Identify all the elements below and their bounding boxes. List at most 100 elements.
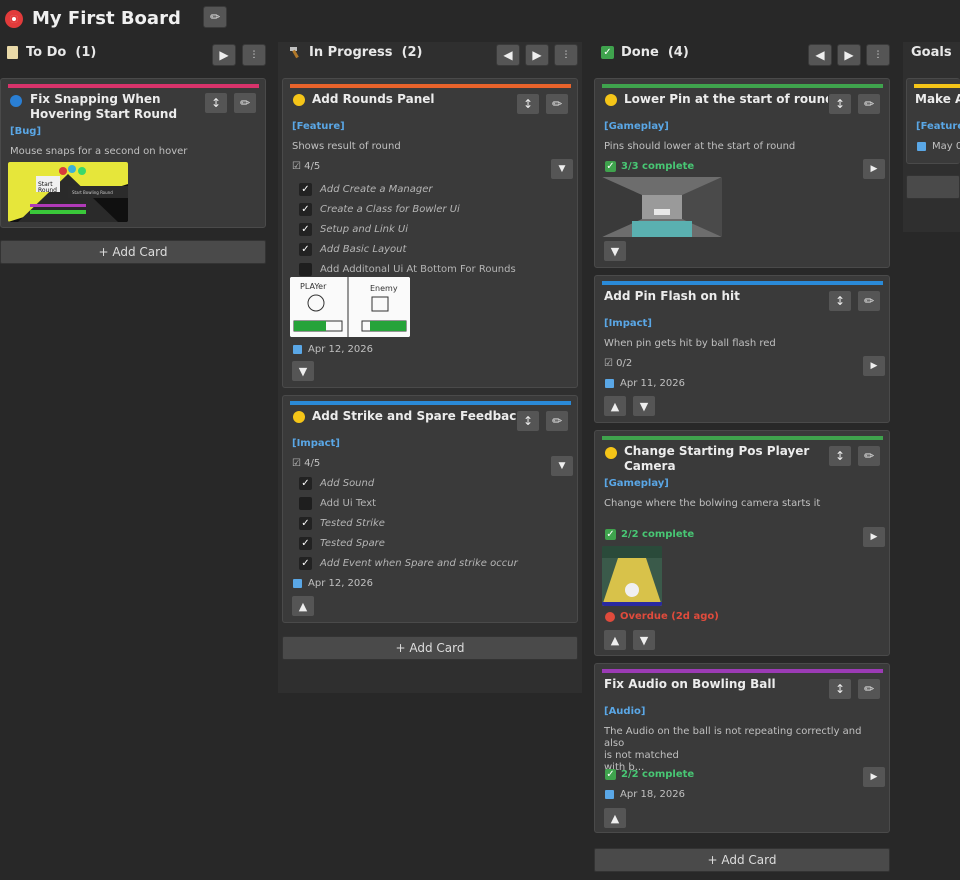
move-card-button[interactable]: ↕ [516, 410, 540, 432]
move-card-button[interactable]: ↕ [828, 290, 852, 312]
card-add-pin-flash[interactable]: Add Pin Flash on hit ↕ ✏ [Impact] When p… [594, 275, 890, 423]
pencil-icon: ✏ [239, 96, 251, 110]
caret-down-icon: ▼ [558, 461, 566, 471]
card-thumbnail-image: Start Round Start Bowling Round [8, 162, 128, 222]
move-up-button[interactable]: ▲ [603, 629, 627, 651]
checkbox[interactable]: ✓ [299, 476, 312, 490]
subtask-item[interactable]: Add Ui Text [299, 493, 518, 513]
column-menu-button[interactable]: ⋮ [554, 44, 578, 66]
due-date: Apr 12, 2026 [293, 344, 373, 355]
check-icon: ✓ [605, 161, 616, 172]
checkbox[interactable]: ✓ [299, 556, 312, 570]
triangle-up-icon: ▲ [298, 599, 308, 613]
expand-checklist-button[interactable]: ▶ [862, 526, 886, 548]
play-right-icon: ▶ [844, 48, 854, 62]
add-card-button-todo[interactable]: + Add Card [0, 240, 266, 264]
card-title: Lower Pin at the start of round [624, 92, 834, 106]
subtask-list: ✓ Add Create a Manager ✓ Create a Class fo… [299, 179, 516, 279]
subtask-item[interactable]: ✓ Tested Spare [299, 533, 518, 553]
calendar-icon [917, 142, 926, 151]
move-card-button[interactable]: ↕ [828, 93, 852, 115]
checklist-icon: ☑ [292, 161, 301, 172]
edit-card-button[interactable]: ✏ [857, 290, 881, 312]
subtask-item[interactable]: ✓ Add Sound [299, 473, 518, 493]
subtask-item[interactable]: ✓ Add Basic Layout [299, 239, 516, 259]
card-fix-audio[interactable]: Fix Audio on Bowling Ball ↕ ✏ [Audio] Th… [594, 663, 890, 833]
checkbox[interactable]: ✓ [299, 536, 312, 550]
collapse-card-button[interactable]: ▼ [603, 240, 627, 262]
card-thumbnail-image [602, 177, 722, 237]
card-lower-pin[interactable]: Lower Pin at the start of round ↕ ✏ [Gam… [594, 78, 890, 268]
collapse-card-button[interactable]: ▼ [291, 360, 315, 382]
column-menu-button[interactable]: ⋮ [242, 44, 266, 66]
edit-card-button[interactable]: ✏ [545, 93, 569, 115]
card-tag: [Bug] [10, 126, 42, 137]
subtask-item[interactable]: ✓ Add Create a Manager [299, 179, 516, 199]
column-menu-button[interactable]: ⋮ [866, 44, 890, 66]
move-down-button[interactable]: ▼ [632, 395, 656, 417]
checkbox[interactable]: ✓ [299, 516, 312, 530]
due-date: Apr 12, 2026 [293, 578, 373, 589]
add-card-button-done[interactable]: + Add Card [594, 848, 890, 872]
svg-text:Start Bowling Round: Start Bowling Round [72, 190, 113, 195]
clipboard-icon [7, 46, 18, 59]
move-column-right-button[interactable]: ▶ [837, 44, 861, 66]
expand-checklist-button[interactable]: ▶ [862, 355, 886, 377]
subtask-item[interactable]: ✓ Create a Class for Bowler Ui [299, 199, 516, 219]
expand-card-button[interactable]: ▲ [291, 595, 315, 617]
add-card-button-goals[interactable] [906, 175, 960, 199]
edit-card-button[interactable]: ✏ [857, 678, 881, 700]
card-title: Fix Snapping When Hovering Start Round [30, 92, 178, 121]
card-add-rounds-panel[interactable]: Add Rounds Panel ↕ ✏ [Feature] Shows res… [282, 78, 578, 388]
add-card-button-in-progress[interactable]: + Add Card [282, 636, 578, 660]
expand-checklist-button[interactable]: ▼ [550, 455, 574, 477]
subtask-item[interactable]: ✓ Tested Strike [299, 513, 518, 533]
move-column-left-button[interactable]: ◀ [808, 44, 832, 66]
subtask-item[interactable]: ✓ Setup and Link Ui [299, 219, 516, 239]
move-down-button[interactable]: ▼ [632, 629, 656, 651]
subtask-item[interactable]: Add Additonal Ui At Bottom For Rounds [299, 259, 516, 279]
column-title-in-progress: In Progress (2) [309, 45, 423, 60]
alert-dot-icon [605, 611, 615, 622]
card-fix-snapping[interactable]: Fix Snapping When Hovering Start Round ↕ … [0, 78, 266, 228]
edit-card-button[interactable]: ✏ [857, 93, 881, 115]
edit-board-button[interactable]: ✏ [203, 6, 227, 28]
move-column-right-button[interactable]: ▶ [525, 44, 549, 66]
expand-checklist-button[interactable]: ▼ [550, 158, 574, 180]
move-card-button[interactable]: ↕ [828, 445, 852, 467]
vertical-arrows-icon: ↕ [834, 682, 846, 696]
move-column-left-button[interactable]: ◀ [496, 44, 520, 66]
card-tag: [Feature] [916, 121, 960, 132]
vertical-arrows-icon: ↕ [522, 97, 534, 111]
move-card-button[interactable]: ↕ [516, 93, 540, 115]
pins-screenshot [602, 177, 722, 237]
expand-checklist-button[interactable]: ▶ [862, 766, 886, 788]
card-change-starting-pos[interactable]: Change Starting Pos Player Camera ↕ ✏ [Ga… [594, 430, 890, 656]
calendar-icon [293, 345, 302, 354]
expand-checklist-button[interactable]: ▶ [862, 158, 886, 180]
edit-card-button[interactable]: ✏ [233, 92, 257, 114]
svg-text:Enemy: Enemy [370, 284, 398, 293]
checkbox[interactable] [299, 496, 312, 510]
move-up-button[interactable]: ▲ [603, 395, 627, 417]
checkbox[interactable]: ✓ [299, 202, 312, 216]
edit-card-button[interactable]: ✏ [857, 445, 881, 467]
subtask-item[interactable]: ✓ Add Event when Spare and strike occur [299, 553, 518, 573]
edit-card-button[interactable]: ✏ [545, 410, 569, 432]
checkbox[interactable]: ✓ [299, 182, 312, 196]
card-tag: [Audio] [604, 706, 646, 717]
move-card-button[interactable]: ↕ [204, 92, 228, 114]
card-description: Pins should lower at the start of round [604, 141, 796, 152]
move-up-button[interactable]: ▲ [603, 807, 627, 829]
card-make-av[interactable]: Make Av [Feature] May 0 [906, 78, 960, 164]
checkbox[interactable] [299, 262, 312, 276]
card-title: Add Rounds Panel [312, 92, 435, 106]
move-card-button[interactable]: ↕ [828, 678, 852, 700]
checkbox[interactable]: ✓ [299, 242, 312, 256]
card-description: The Audio on the ball is not repeating c… [604, 726, 862, 773]
checkbox[interactable]: ✓ [299, 222, 312, 236]
vertical-arrows-icon: ↕ [834, 449, 846, 463]
move-column-right-button[interactable]: ▶ [212, 44, 236, 66]
card-add-strike-spare[interactable]: Add Strike and Spare Feedback ↕ ✏ [Impac… [282, 395, 578, 623]
due-date: Apr 18, 2026 [605, 789, 685, 800]
